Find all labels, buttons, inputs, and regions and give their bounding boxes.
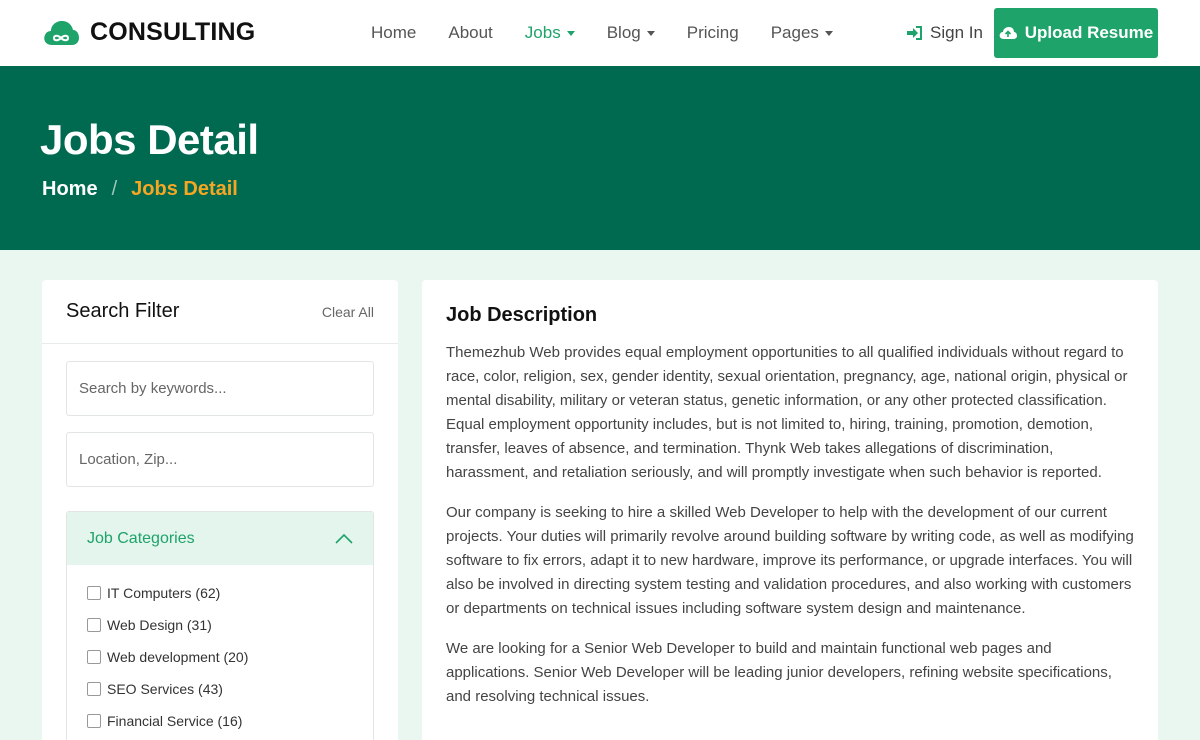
checkbox[interactable] xyxy=(87,650,101,664)
job-categories-section: Job Categories IT Computers (62) Web Des… xyxy=(66,511,374,740)
breadcrumb: Home / Jobs Detail xyxy=(42,178,238,201)
sign-in-label: Sign In xyxy=(930,23,983,42)
category-seo-services[interactable]: SEO Services (43) xyxy=(87,673,353,705)
chevron-up-icon xyxy=(335,533,353,544)
checkbox[interactable] xyxy=(87,586,101,600)
job-categories-toggle[interactable]: Job Categories xyxy=(67,512,373,565)
cloud-infinity-icon xyxy=(44,20,79,45)
nav-about-label: About xyxy=(448,23,493,42)
category-label: Web Design (31) xyxy=(107,617,212,633)
nav-home[interactable]: Home xyxy=(355,0,432,66)
category-web-development[interactable]: Web development (20) xyxy=(87,641,353,673)
nav-jobs-label: Jobs xyxy=(524,23,561,42)
checkbox[interactable] xyxy=(87,682,101,696)
upload-resume-label: Upload Resume xyxy=(1024,23,1154,42)
job-description-panel: Job Description Themezhub Web provides e… xyxy=(422,280,1158,740)
nav-pages[interactable]: Pages xyxy=(755,0,849,66)
caret-down-icon xyxy=(566,30,575,36)
category-label: IT Computers (62) xyxy=(107,585,221,601)
site-header: CONSULTING Home About Jobs Blog Pricing … xyxy=(0,0,1200,66)
page-hero: Jobs Detail Home / Jobs Detail xyxy=(0,66,1200,250)
main-nav: Home About Jobs Blog Pricing Pages xyxy=(355,0,849,66)
description-paragraph: Themezhub Web provides equal employment … xyxy=(446,344,1128,481)
nav-pages-label: Pages xyxy=(770,23,819,42)
category-it-computers[interactable]: IT Computers (62) xyxy=(87,577,353,609)
nav-pricing[interactable]: Pricing xyxy=(671,0,755,66)
sign-in-link[interactable]: Sign In xyxy=(906,0,983,66)
page-title: Jobs Detail xyxy=(40,116,259,163)
nav-blog-label: Blog xyxy=(606,23,641,42)
caret-down-icon xyxy=(646,30,655,36)
nav-pricing-label: Pricing xyxy=(686,23,739,42)
breadcrumb-current: Jobs Detail xyxy=(131,178,238,200)
category-label: SEO Services (43) xyxy=(107,681,223,697)
nav-about[interactable]: About xyxy=(432,0,508,66)
caret-down-icon xyxy=(824,30,833,36)
logo[interactable]: CONSULTING xyxy=(42,18,255,47)
filter-title: Search Filter xyxy=(66,300,180,322)
category-label: Web development (20) xyxy=(107,649,249,665)
checkbox[interactable] xyxy=(87,618,101,632)
search-filter-panel: Search Filter Clear All Job Categories I… xyxy=(42,280,398,740)
location-input[interactable] xyxy=(66,432,374,487)
job-description-title: Job Description xyxy=(446,304,598,326)
category-financial-service[interactable]: Financial Service (16) xyxy=(87,705,353,737)
category-list: IT Computers (62) Web Design (31) Web de… xyxy=(67,565,373,737)
breadcrumb-home[interactable]: Home xyxy=(42,178,98,201)
description-paragraph: Our company is seeking to hire a skilled… xyxy=(446,504,1134,617)
clear-all-link[interactable]: Clear All xyxy=(322,304,374,320)
cloud-upload-icon xyxy=(999,27,1017,39)
category-web-design[interactable]: Web Design (31) xyxy=(87,609,353,641)
checkbox[interactable] xyxy=(87,714,101,728)
sign-in-icon xyxy=(907,26,922,40)
filter-header: Search Filter Clear All xyxy=(42,280,398,344)
nav-jobs[interactable]: Jobs xyxy=(509,0,591,66)
keywords-input[interactable] xyxy=(66,361,374,416)
upload-resume-button[interactable]: Upload Resume xyxy=(994,8,1158,58)
category-label: Financial Service (16) xyxy=(107,713,243,729)
nav-home-label: Home xyxy=(371,23,417,42)
logo-text: CONSULTING xyxy=(90,18,256,46)
nav-blog[interactable]: Blog xyxy=(591,0,671,66)
description-paragraph: We are looking for a Senior Web Develope… xyxy=(446,640,1112,705)
breadcrumb-separator: / xyxy=(111,178,118,200)
job-categories-title: Job Categories xyxy=(87,529,195,547)
